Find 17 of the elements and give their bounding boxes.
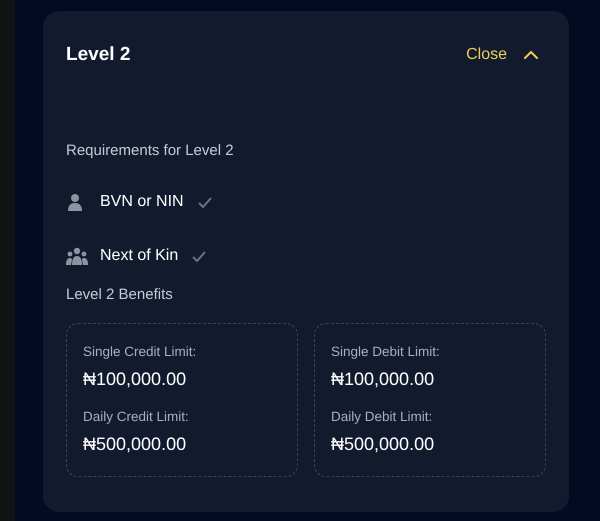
- limit-label: Single Credit Limit:: [83, 342, 198, 361]
- panel-title: Level 2: [66, 43, 130, 67]
- section-title: Level 2 Benefits: [66, 285, 174, 305]
- caret-icon: [524, 50, 538, 60]
- requirement-label: BVN or NIN: [100, 192, 184, 212]
- limit-amount: ₦500,000.00: [83, 433, 188, 456]
- group-icon: [66, 247, 88, 265]
- requirement-label: Next of Kin: [100, 246, 178, 266]
- section-title: Requirements for Level 2: [66, 140, 235, 160]
- limit-label: Daily Debit Limit:: [331, 408, 434, 426]
- limit-label: Daily Credit Limit:: [83, 408, 190, 426]
- limit-amount: ₦500,000.00: [331, 433, 436, 456]
- person-icon: [66, 193, 84, 211]
- limit-label: Single Debit Limit:: [331, 342, 441, 361]
- close-button[interactable]: Close: [466, 43, 538, 68]
- limit-amount: ₦100,000.00: [331, 368, 436, 391]
- limit-amount: ₦100,000.00: [83, 368, 188, 391]
